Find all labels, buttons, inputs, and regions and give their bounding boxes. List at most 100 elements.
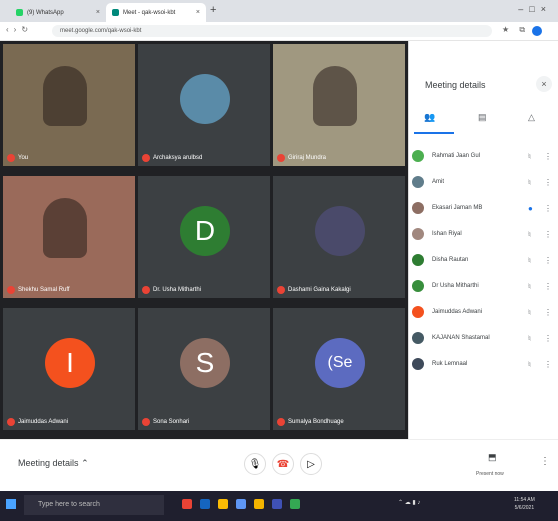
list-item[interactable]: Ekasari Jaman MB ● ⋮ [412,195,552,221]
tile-name: Sumalya Bondhuage [277,418,344,426]
participant-name: Disha Rautan [432,257,469,263]
tab-whatsapp[interactable]: (9) WhatsApp × [10,3,106,22]
list-item[interactable]: Jaimuddas Adwani ♮ ⋮ [412,299,552,325]
participant-tile[interactable]: I Jaimuddas Adwani [2,307,136,431]
mic-off-icon: ♮ [528,151,531,161]
taskbar-app-icon[interactable] [272,499,282,509]
system-tray[interactable]: ⌃ ☁ ▮ ♪ [398,499,420,506]
participant-tile[interactable]: Giriraj Mundra [272,43,406,167]
camera-button[interactable]: ▷ [300,453,322,475]
meeting-details-button[interactable]: Meeting details ⌃ [18,458,89,469]
participant-tile[interactable]: Shekhu Samal Ruff [2,175,136,299]
tile-name: Shekhu Samal Ruff [7,286,70,294]
more-options-icon[interactable]: ⋮ [544,334,552,343]
more-options-icon[interactable]: ⋮ [544,256,552,265]
more-options-icon[interactable]: ⋮ [544,152,552,161]
taskbar-app-icon[interactable] [236,499,246,509]
participant-tile[interactable]: (Se Sumalya Bondhuage [272,307,406,431]
taskbar-app-icon[interactable] [200,499,210,509]
meet-icon [112,9,119,16]
tile-name-label: Dr. Usha Mitharthi [153,287,202,293]
avatar [412,358,424,370]
new-tab-icon[interactable]: + [210,4,216,16]
close-icon[interactable]: × [96,9,100,16]
chrome-icon[interactable] [290,499,300,509]
tile-name-label: Sona Sonhari [153,419,190,425]
chat-tab-icon[interactable]: ▤ [478,112,487,123]
list-item[interactable]: Amit ♮ ⋮ [412,169,552,195]
participant-tile[interactable]: You [2,43,136,167]
extensions-icon[interactable]: ★ ⧉ [502,25,529,35]
avatar[interactable] [532,26,542,36]
navigation-buttons[interactable]: ‹›↻ [6,25,33,34]
more-options-icon[interactable]: ⋮ [544,230,552,239]
avatar: (Se [315,338,365,388]
clock[interactable]: 11:54 AM 5/6/2021 [514,496,535,512]
avatar [412,280,424,292]
list-item[interactable]: Ruk Lemnaal ♮ ⋮ [412,351,552,377]
tile-name-label: Archaksya arulbsd [153,155,203,161]
present-label: Present now [476,471,504,477]
list-item[interactable]: KAJANAN Shastamal ♮ ⋮ [412,325,552,351]
tile-name-label: Sumalya Bondhuage [288,419,344,425]
mic-off-icon: ♮ [528,229,531,239]
more-options-icon[interactable]: ⋮ [544,282,552,291]
list-item[interactable]: Dr Usha Mitharthi ♮ ⋮ [412,273,552,299]
taskbar-app-icon[interactable] [254,499,264,509]
tab-label: (9) WhatsApp [27,9,64,16]
taskbar-app-icon[interactable] [218,499,228,509]
tile-name: Archaksya arulbsd [142,154,202,162]
video-feed [43,198,87,258]
panel-title: Meeting details [425,80,486,90]
list-item[interactable]: Disha Rautan ♮ ⋮ [412,247,552,273]
more-options-icon[interactable]: ⋮ [544,204,552,213]
tab-meet[interactable]: Meet - qak-wsoi-kbt × [106,3,206,22]
mic-off-icon [142,154,150,162]
mic-off-icon: ♮ [528,255,531,265]
avatar: I [45,338,95,388]
taskbar-search[interactable]: Type here to search [24,495,164,515]
people-tab-icon[interactable]: 👥 [424,112,435,123]
participant-tile[interactable]: Dashami Gaina Kakalgi [272,175,406,299]
close-icon[interactable]: × [536,76,552,92]
more-options-icon[interactable]: ⋮ [544,178,552,187]
mic-off-icon: ♮ [528,359,531,369]
mic-off-icon [7,418,15,426]
participant-name: KAJANAN Shastamal [432,335,490,341]
window-controls[interactable]: –□× [518,4,552,14]
video-grid: You Archaksya arulbsd Giriraj Mundra Shekhu… [0,41,408,439]
activities-tab-icon[interactable]: △ [528,112,535,123]
mic-button[interactable]: 🎙 [244,453,266,475]
taskbar-app-icon[interactable] [182,499,192,509]
participant-tile[interactable]: Archaksya arulbsd [137,43,271,167]
avatar: D [180,206,230,256]
more-options-icon[interactable]: ⋮ [540,456,550,467]
close-icon[interactable]: × [196,9,200,16]
hang-up-button[interactable]: ☎ [272,453,294,475]
more-options-icon[interactable]: ⋮ [544,360,552,369]
list-item[interactable]: Ishan Riyal ♮ ⋮ [412,221,552,247]
participant-tile[interactable]: S Sona Sonhari [137,307,271,431]
mic-off-icon: ♮ [528,281,531,291]
avatar [315,206,365,256]
list-item[interactable]: Rahmati Jaan Gul ♮ ⋮ [412,143,552,169]
video-feed [43,66,87,126]
present-screen-icon[interactable]: ⬒ [488,452,497,463]
mic-off-icon [142,418,150,426]
address-bar[interactable]: meet.google.com/qak-wsoi-kbt [52,25,492,37]
participant-name: Rahmati Jaan Gul [432,153,481,159]
tile-name-label: Dashami Gaina Kakalgi [288,287,351,293]
windows-start-icon[interactable] [6,499,16,509]
more-options-icon[interactable]: ⋮ [544,308,552,317]
mic-off-icon [277,418,285,426]
mic-off-icon: ♮ [528,307,531,317]
chevron-up-icon: ⌃ [81,458,89,468]
avatar [412,254,424,266]
participant-tile[interactable]: D Dr. Usha Mitharthi [137,175,271,299]
mic-off-icon: ♮ [528,333,531,343]
avatar [180,74,230,124]
participant-name: Dr Usha Mitharthi [432,283,479,289]
avatar [412,202,424,214]
video-feed [313,66,357,126]
active-tab-indicator [414,132,454,134]
